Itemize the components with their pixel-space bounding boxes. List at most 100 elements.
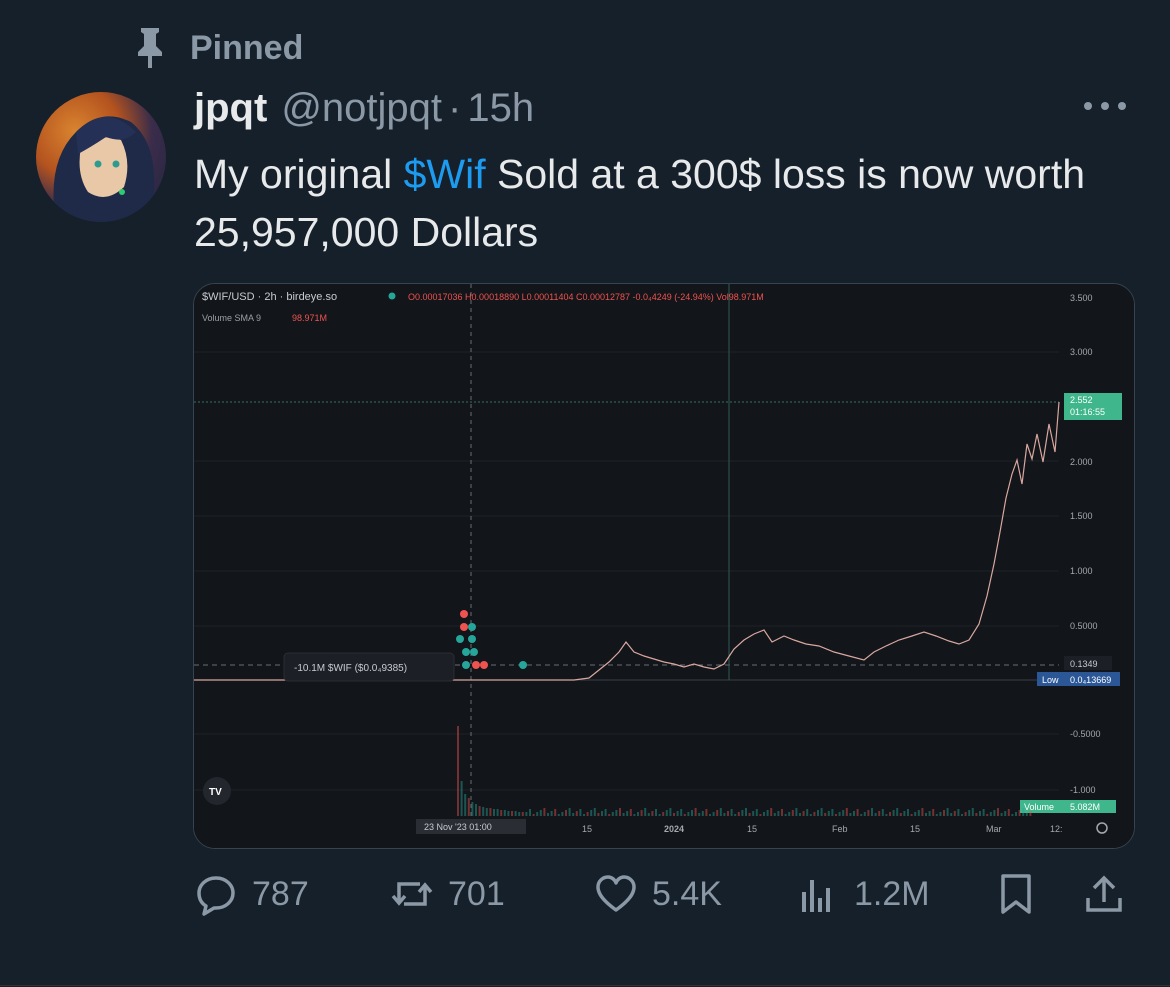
- volume-bar: [712, 812, 715, 816]
- like-button[interactable]: 5.4K: [594, 872, 722, 916]
- volume-bar: [1022, 808, 1025, 816]
- volume-bar: [471, 802, 474, 816]
- volume-bar: [860, 814, 863, 816]
- chart-symbol: $WIF/USD · 2h · birdeye.so: [202, 291, 337, 303]
- volume-bar: [597, 813, 600, 816]
- author-handle[interactable]: @notjpqt: [281, 86, 442, 131]
- marker-value: 0.1349: [1070, 659, 1098, 669]
- volume-bar: [590, 810, 593, 816]
- volume-bar: [925, 813, 927, 816]
- volume-sma-label: Volume SMA 9: [202, 313, 261, 323]
- avatar[interactable]: [36, 92, 166, 222]
- repost-count: 701: [448, 874, 505, 913]
- views-button[interactable]: 1.2M: [796, 872, 930, 916]
- volume-bar: [511, 811, 513, 816]
- volume-bar: [802, 811, 805, 816]
- volume-bar: [1007, 809, 1010, 816]
- volume-bar: [953, 811, 956, 816]
- volume-bar: [489, 808, 492, 816]
- volume-bar: [482, 807, 485, 816]
- volume-bar: [507, 811, 510, 816]
- share-button[interactable]: [1082, 872, 1126, 916]
- volume-bar: [788, 812, 791, 816]
- volume-bar: [928, 811, 931, 816]
- author-name[interactable]: jpqt: [194, 86, 267, 131]
- volume-bar: [525, 812, 528, 816]
- volume-bar: [532, 814, 535, 816]
- x-tick: 15: [582, 824, 592, 834]
- volume-bar: [1018, 810, 1021, 816]
- volume-bar: [853, 811, 855, 816]
- volume-bar: [586, 812, 589, 816]
- cashtag-link[interactable]: $Wif: [404, 151, 486, 197]
- tweet-actions: 787 701 5.4K 1.2M: [194, 872, 1134, 928]
- volume-bar: [892, 810, 895, 816]
- bookmark-button[interactable]: [994, 872, 1038, 916]
- volume-bar: [820, 808, 823, 816]
- volume-bar: [633, 814, 636, 816]
- chart-image[interactable]: $WIF/USD · 2h · birdeye.so O0.00017036 H…: [193, 283, 1135, 849]
- volume-bar: [694, 808, 697, 816]
- volume-bar: [539, 810, 542, 816]
- volume-bar: [619, 808, 621, 816]
- volume-bar: [946, 808, 949, 816]
- post-time[interactable]: 15h: [467, 86, 534, 131]
- volume-bar: [799, 813, 801, 816]
- volume-bar: [899, 813, 902, 816]
- volume-bar: [647, 813, 650, 816]
- volume-bar: [975, 813, 978, 816]
- volume-bar: [701, 811, 704, 816]
- low-value: 0.0₄13669: [1070, 675, 1111, 685]
- volume-bar: [543, 808, 546, 816]
- reply-button[interactable]: 787: [194, 872, 309, 916]
- volume-bar: [561, 812, 564, 816]
- volume-value: 5.082M: [1070, 802, 1100, 812]
- y-tick: 0.5000: [1070, 621, 1098, 631]
- volume-bar: [809, 814, 812, 816]
- x-tick: Mar: [986, 824, 1002, 834]
- volume-bar: [568, 808, 571, 816]
- volume-bar: [950, 813, 953, 816]
- trade-tooltip: -10.1M $WIF ($0.0₄9385): [294, 663, 407, 674]
- more-options-icon[interactable]: [1080, 96, 1130, 116]
- volume-bar: [917, 810, 920, 816]
- volume-bar: [460, 781, 463, 816]
- volume-bar: [496, 809, 499, 816]
- volume-bar: [896, 808, 899, 816]
- volume-bar: [766, 810, 769, 816]
- volume-bar: [770, 808, 773, 816]
- volume-bar: [827, 811, 830, 816]
- volume-bar: [658, 814, 661, 816]
- volume-bar: [982, 809, 985, 816]
- tweet-text: My original $Wif Sold at a 300$ loss is …: [194, 145, 1094, 261]
- volume-bar: [521, 812, 524, 816]
- volume-bar: [784, 814, 787, 816]
- bookmark-icon: [1001, 874, 1031, 914]
- volume-bar: [932, 809, 935, 816]
- volume-bar: [910, 814, 913, 816]
- volume-bar: [817, 810, 819, 816]
- volume-bar: [734, 814, 737, 816]
- volume-bar: [503, 810, 506, 816]
- volume-bar: [687, 812, 690, 816]
- heart-icon: [596, 875, 636, 912]
- volume-bar: [536, 812, 539, 816]
- separator: ·: [448, 86, 462, 130]
- volume-bar: [680, 809, 683, 816]
- volume-bar: [464, 794, 467, 816]
- volume-bar: [806, 809, 809, 816]
- volume-bar: [907, 809, 909, 816]
- volume-label: Volume: [1024, 802, 1054, 812]
- volume-bar: [856, 809, 859, 816]
- tradingview-logo-text: TV: [209, 787, 222, 798]
- volume-bar: [500, 810, 503, 816]
- volume-bar: [640, 810, 643, 816]
- repost-button[interactable]: 701: [390, 872, 505, 916]
- volume-bar: [550, 811, 553, 816]
- x-tick: 12:: [1050, 824, 1063, 834]
- volume-bar: [529, 809, 531, 816]
- volume-bar: [665, 810, 668, 816]
- volume-bar: [737, 812, 740, 816]
- y-tick: -1.000: [1070, 785, 1096, 795]
- y-tick: 3.500: [1070, 293, 1093, 303]
